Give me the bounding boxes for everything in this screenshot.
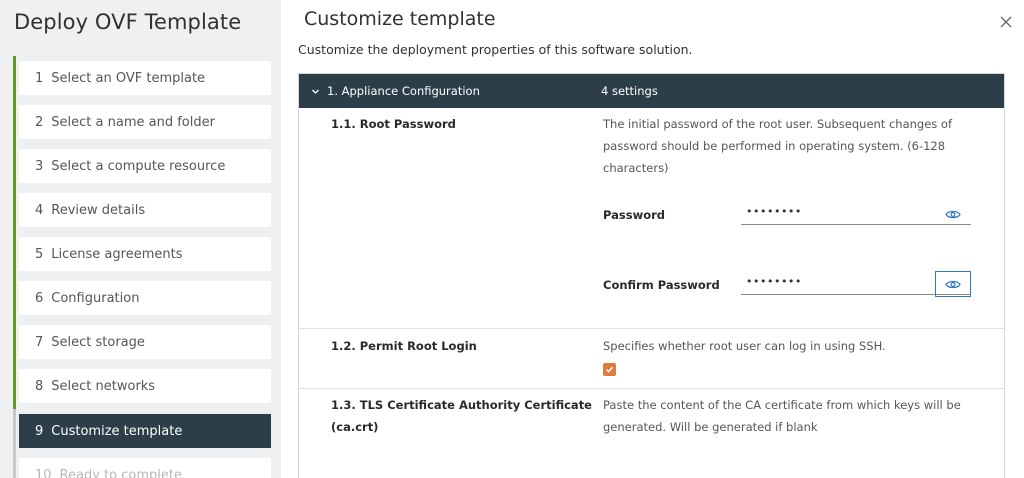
step-number: 3 — [35, 158, 44, 174]
step-customize-template[interactable]: 9 Customize template — [19, 414, 271, 448]
wizard-sidebar: Deploy OVF Template 1 Select an OVF temp… — [0, 0, 281, 478]
section-title: 1. Appliance Configuration — [327, 84, 480, 98]
show-password-eye-icon[interactable] — [935, 201, 971, 227]
properties-panel: 1. Appliance Configuration 4 settings 1.… — [298, 73, 1005, 478]
step-label: Customize template — [51, 423, 183, 439]
permit-root-login-checkbox[interactable] — [603, 363, 616, 376]
property-label-tls-ca-certificate: 1.3. TLS Certificate Authority Certifica… — [331, 394, 592, 438]
step-license-agreements[interactable]: 5 License agreements — [19, 237, 271, 271]
step-select-storage[interactable]: 7 Select storage — [19, 325, 271, 359]
step-select-ovf-template[interactable]: 1 Select an OVF template — [19, 61, 271, 95]
page-subtitle: Customize the deployment properties of t… — [298, 42, 693, 57]
step-select-networks[interactable]: 8 Select networks — [19, 369, 271, 403]
row-divider — [299, 328, 1004, 329]
step-label: Configuration — [51, 290, 140, 306]
password-value: •••••••• — [746, 205, 802, 218]
section-header-appliance-configuration[interactable]: 1. Appliance Configuration 4 settings — [299, 74, 1004, 108]
wizard-title: Deploy OVF Template — [14, 10, 242, 34]
step-select-name-folder[interactable]: 2 Select a name and folder — [19, 105, 271, 139]
progress-indicator-remaining — [13, 409, 16, 478]
step-number: 8 — [35, 378, 44, 394]
step-number: 4 — [35, 202, 44, 218]
property-description-root-password: The initial password of the root user. S… — [603, 117, 953, 175]
step-number: 9 — [35, 423, 44, 439]
property-description-tls-ca-certificate: Paste the content of the CA certificate … — [603, 398, 961, 434]
section-settings-count: 4 settings — [601, 84, 658, 98]
step-label: License agreements — [51, 246, 183, 262]
password-label: Password — [603, 208, 665, 222]
step-ready-to-complete: 10 Ready to complete — [19, 458, 271, 478]
step-number: 1 — [35, 70, 44, 86]
step-configuration[interactable]: 6 Configuration — [19, 281, 271, 315]
step-number: 6 — [35, 290, 44, 306]
property-label-line: (ca.crt) — [331, 420, 379, 434]
step-number: 7 — [35, 334, 44, 350]
close-icon[interactable] — [998, 14, 1014, 30]
step-number: 5 — [35, 246, 44, 262]
show-confirm-password-eye-icon[interactable] — [935, 271, 971, 297]
confirm-password-label: Confirm Password — [603, 278, 720, 292]
row-divider — [299, 388, 1004, 389]
page-title: Customize template — [304, 8, 496, 30]
step-label: Select networks — [51, 378, 156, 394]
property-label-permit-root-login: 1.2. Permit Root Login — [331, 339, 477, 353]
step-label: Review details — [51, 202, 146, 218]
step-select-compute-resource[interactable]: 3 Select a compute resource — [19, 149, 271, 183]
step-label: Select a compute resource — [51, 158, 226, 174]
property-description-permit-root-login: Specifies whether root user can log in u… — [603, 339, 886, 353]
step-label: Select a name and folder — [51, 114, 215, 130]
step-number: 2 — [35, 114, 44, 130]
step-review-details[interactable]: 4 Review details — [19, 193, 271, 227]
step-label: Ready to complete — [59, 467, 182, 478]
step-number: 10 — [35, 467, 52, 478]
chevron-down-icon — [311, 85, 320, 99]
property-label-root-password: 1.1. Root Password — [331, 117, 456, 131]
confirm-password-value: •••••••• — [746, 275, 802, 288]
step-label: Select an OVF template — [51, 70, 206, 86]
property-label-line: 1.3. TLS Certificate Authority Certifica… — [331, 398, 592, 412]
step-label: Select storage — [51, 334, 145, 350]
progress-indicator — [13, 56, 16, 409]
